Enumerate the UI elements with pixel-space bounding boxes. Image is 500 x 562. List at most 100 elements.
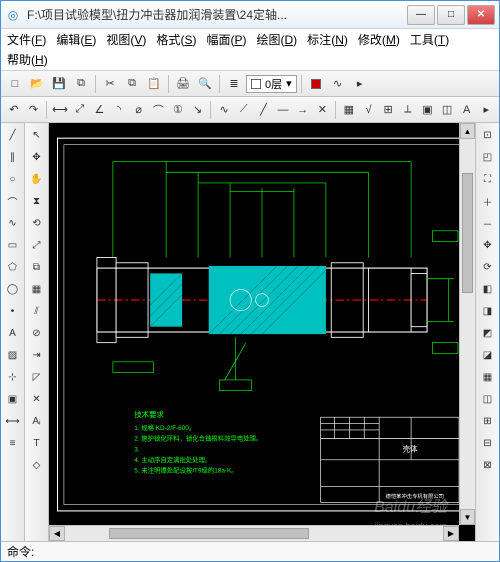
zoom-out-icon[interactable]: － xyxy=(478,213,498,233)
menu-help[interactable]: 帮助(H) xyxy=(7,51,48,68)
undo-icon[interactable]: ↶ xyxy=(5,100,23,120)
slash-icon[interactable]: ╱ xyxy=(255,100,273,120)
view-e-icon[interactable]: ◪ xyxy=(478,345,498,365)
text-icon[interactable]: A xyxy=(3,323,23,343)
arrow-icon[interactable]: → xyxy=(294,100,312,120)
rect-icon[interactable]: ▭ xyxy=(3,235,23,255)
view-j-icon[interactable]: ⊠ xyxy=(478,455,498,475)
print-icon[interactable]: 🖨 xyxy=(173,74,193,94)
view-i-icon[interactable]: ⊟ xyxy=(478,433,498,453)
maximize-button[interactable]: □ xyxy=(437,5,465,25)
mirror-icon[interactable]: ⧗ xyxy=(27,191,47,211)
circle-icon[interactable]: ○ xyxy=(3,169,23,189)
sym-icon[interactable]: ◫ xyxy=(438,100,456,120)
offset-icon[interactable]: ⫽ xyxy=(27,301,47,321)
menu-tools[interactable]: 工具(T) xyxy=(410,31,449,48)
point-icon[interactable]: • xyxy=(3,301,23,321)
extend-icon[interactable]: ⇥ xyxy=(27,345,47,365)
color-swatch-icon[interactable] xyxy=(306,74,326,94)
paste-icon[interactable]: 📋 xyxy=(144,74,164,94)
zoom-in-icon[interactable]: ＋ xyxy=(478,191,498,211)
command-line[interactable]: 命令: xyxy=(1,541,499,561)
pline-icon[interactable]: ⟋ xyxy=(235,100,253,120)
view-c-icon[interactable]: ◨ xyxy=(478,301,498,321)
block-icon[interactable]: ▣ xyxy=(3,389,23,409)
linetype-icon[interactable]: ∿ xyxy=(328,74,348,94)
hatch-icon[interactable]: ▦ xyxy=(340,100,358,120)
cross2-icon[interactable]: ◇ xyxy=(27,455,47,475)
pan-rt-icon[interactable]: ✥ xyxy=(478,235,498,255)
spline-icon[interactable]: ∿ xyxy=(215,100,233,120)
scroll-up-icon[interactable]: ▲ xyxy=(460,123,475,139)
titlebar[interactable]: ◎ F:\项目试验模型\扭力冲击器加润滑装置\24定轴... — □ ✕ xyxy=(1,1,499,29)
view-g-icon[interactable]: ◫ xyxy=(478,389,498,409)
arc-icon[interactable]: ⌒ xyxy=(3,191,23,211)
move-icon[interactable]: ✥ xyxy=(27,147,47,167)
preview-icon[interactable]: 🔍 xyxy=(195,74,215,94)
dim-linear-icon[interactable]: ⟷ xyxy=(51,100,69,120)
cross-icon[interactable]: ✕ xyxy=(314,100,332,120)
tol-icon[interactable]: ⊞ xyxy=(379,100,397,120)
rough-icon[interactable]: √ xyxy=(360,100,378,120)
menu-file[interactable]: 文件(F) xyxy=(7,31,46,48)
close-button[interactable]: ✕ xyxy=(467,5,495,25)
zoom-win-icon[interactable]: ⊡ xyxy=(478,125,498,145)
line2-icon[interactable]: — xyxy=(274,100,292,120)
menu-format[interactable]: 格式(S) xyxy=(156,31,196,48)
dim-arc-icon[interactable]: ⌒ xyxy=(150,100,168,120)
conline-icon[interactable]: ⊹ xyxy=(3,367,23,387)
dim-align-icon[interactable]: ⤢ xyxy=(71,100,89,120)
copy2-icon[interactable]: ⧉ xyxy=(27,257,47,277)
misc-icon[interactable]: ≡ xyxy=(3,433,23,453)
zoom-all-icon[interactable]: ◰ xyxy=(478,147,498,167)
more-icon[interactable]: ▸ xyxy=(350,74,370,94)
scroll-right-icon[interactable]: ▶ xyxy=(443,526,459,541)
drawing-canvas[interactable]: 技术要求 1. 规格 KD-2/F-600。 2. 施护锁化环料，锁化合铀根料效… xyxy=(49,123,475,541)
text3-icon[interactable]: T xyxy=(27,433,47,453)
view-h-icon[interactable]: ⊞ xyxy=(478,411,498,431)
txt-icon[interactable]: A xyxy=(458,100,476,120)
break-icon[interactable]: ⊘ xyxy=(27,323,47,343)
datum-icon[interactable]: ▣ xyxy=(419,100,437,120)
array-icon[interactable]: ▦ xyxy=(27,279,47,299)
scroll-thumb-v[interactable] xyxy=(462,173,473,293)
leader-icon[interactable]: ↘ xyxy=(189,100,207,120)
scroll-down-icon[interactable]: ▼ xyxy=(460,509,475,525)
poly-icon[interactable]: ⬠ xyxy=(3,257,23,277)
minimize-button[interactable]: — xyxy=(407,5,435,25)
ellipse-icon[interactable]: ◯ xyxy=(3,279,23,299)
weld-icon[interactable]: ⟂ xyxy=(399,100,417,120)
rotate-icon[interactable]: ⟲ xyxy=(27,213,47,233)
scroll-thumb-h[interactable] xyxy=(109,528,309,539)
layer-selector[interactable]: 0层 ▾ xyxy=(246,75,297,93)
cut-icon[interactable]: ✂ xyxy=(100,74,120,94)
new-icon[interactable]: □ xyxy=(5,74,25,94)
menu-modify[interactable]: 修改(M) xyxy=(358,31,400,48)
pan-icon[interactable]: ✋ xyxy=(27,169,47,189)
dim-dia-icon[interactable]: ⌀ xyxy=(130,100,148,120)
view-b-icon[interactable]: ◧ xyxy=(478,279,498,299)
line-icon[interactable]: ╱ xyxy=(3,125,23,145)
zoom-ext-icon[interactable]: ⛶ xyxy=(478,169,498,189)
layer-icon[interactable]: ≣ xyxy=(224,74,244,94)
cursor-icon[interactable]: ↖ xyxy=(27,125,47,145)
command-input[interactable] xyxy=(38,545,493,559)
spline-icon[interactable]: ∿ xyxy=(3,213,23,233)
style-icon[interactable]: Aᵢ xyxy=(27,411,47,431)
menu-edit[interactable]: 编辑(E) xyxy=(56,31,96,48)
menu-sheet[interactable]: 幅面(P) xyxy=(206,31,246,48)
chamfer-icon[interactable]: ◸ xyxy=(27,367,47,387)
scroll-left-icon[interactable]: ◀ xyxy=(49,526,65,541)
redo-icon[interactable]: ↷ xyxy=(25,100,43,120)
vertical-scrollbar[interactable]: ▲ ▼ xyxy=(459,123,475,525)
dim2-icon[interactable]: ⟷ xyxy=(3,411,23,431)
view-a-icon[interactable]: ⟳ xyxy=(478,257,498,277)
hatch2-icon[interactable]: ▨ xyxy=(3,345,23,365)
open-icon[interactable]: 📂 xyxy=(27,74,47,94)
menu-view[interactable]: 视图(V) xyxy=(106,31,146,48)
more2-icon[interactable]: ▸ xyxy=(478,100,496,120)
saveall-icon[interactable]: ⧉ xyxy=(71,74,91,94)
menu-draw[interactable]: 绘图(D) xyxy=(256,31,297,48)
erase-icon[interactable]: ✕ xyxy=(27,389,47,409)
view-f-icon[interactable]: ▦ xyxy=(478,367,498,387)
